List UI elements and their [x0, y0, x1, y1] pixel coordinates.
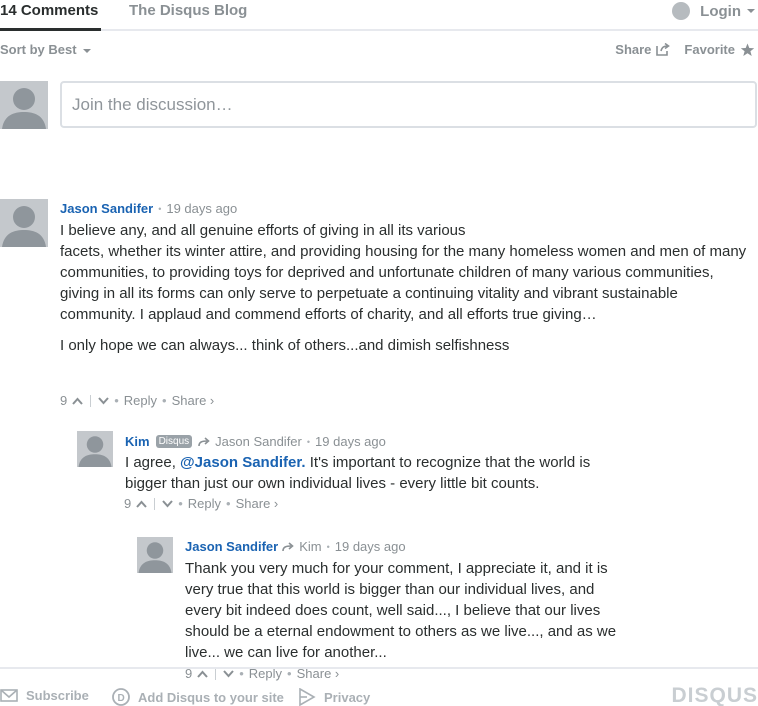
comment-line: giving in all its forms can only serve t… — [60, 285, 678, 323]
default-avatar-icon — [0, 81, 48, 129]
upvote-count: 9 — [60, 393, 68, 408]
login-label: Login — [700, 2, 741, 20]
comment-avatar[interactable] — [0, 199, 48, 247]
comment-text-part: I agree, — [125, 454, 181, 471]
separator-dot: • — [306, 436, 311, 447]
default-avatar-icon — [77, 431, 113, 467]
svg-text:D: D — [118, 693, 125, 704]
comment-body: Thank you very much for your comment, I … — [185, 558, 625, 663]
top-nav: 14 Comments The Disqus Blog Login — [0, 0, 758, 31]
comment-header: Jason Sandifer Kim • 19 days ago — [185, 539, 406, 554]
share-button[interactable]: Share › — [172, 393, 215, 408]
thread-actions: Share Favorite — [615, 42, 755, 57]
reply-button[interactable]: Reply — [124, 393, 157, 408]
comment-avatar[interactable] — [137, 537, 173, 573]
timestamp[interactable]: 19 days ago — [166, 201, 237, 216]
subscribe-label: Subscribe — [26, 688, 89, 703]
timestamp[interactable]: 19 days ago — [315, 434, 386, 449]
star-icon — [740, 43, 755, 56]
comment-text: I agree, @Jason Sandifer. It's important… — [125, 452, 605, 494]
timestamp[interactable]: 19 days ago — [335, 539, 406, 554]
share-icon — [656, 43, 671, 56]
sort-label: Sort by Best — [0, 42, 77, 57]
default-avatar-icon — [137, 537, 173, 573]
login-menu[interactable]: Login — [672, 2, 755, 20]
favorite-button[interactable]: Favorite — [684, 42, 755, 57]
in-reply-to[interactable]: Kim — [282, 539, 322, 554]
share-label: Share — [615, 42, 652, 57]
reply-to-author: Kim — [299, 539, 322, 554]
sort-bar: Sort by Best Share Favorite — [0, 42, 758, 60]
comment-composer-input[interactable] — [60, 81, 757, 128]
mail-icon — [0, 689, 18, 702]
add-disqus-label: Add Disqus to your site — [138, 689, 284, 705]
separator-dot: • — [158, 203, 162, 214]
comment-text: Thank you very much for your comment, I … — [185, 560, 617, 661]
favorite-label: Favorite — [684, 42, 735, 57]
add-disqus-link[interactable]: D Add Disqus to your site — [112, 688, 284, 706]
upvote-icon[interactable] — [136, 500, 147, 508]
moderator-badge: Disqus — [155, 435, 193, 448]
comment-footer: 9 • Reply • Share › — [60, 393, 214, 408]
comment-header: Kim Disqus Jason Sandifer • 19 days ago — [125, 434, 386, 449]
in-reply-to[interactable]: Jason Sandifer — [198, 434, 302, 449]
comment-avatar[interactable] — [77, 431, 113, 467]
vote-divider — [90, 394, 92, 407]
downvote-icon[interactable] — [162, 499, 173, 508]
privacy-label: Privacy — [324, 689, 371, 705]
reply-button[interactable]: Reply — [188, 496, 221, 511]
privacy-flag-icon — [299, 688, 316, 706]
current-user-avatar — [0, 81, 48, 129]
separator-dot: • — [326, 541, 330, 552]
author-name[interactable]: Jason Sandifer — [60, 201, 153, 216]
share-button[interactable]: Share › — [236, 496, 279, 511]
share-thread-button[interactable]: Share — [615, 42, 671, 57]
reply-arrow-icon — [282, 541, 294, 551]
downvote-icon[interactable] — [98, 396, 109, 405]
comment-body: I agree, @Jason Sandifer. It's important… — [125, 452, 605, 494]
subscribe-link[interactable]: Subscribe — [0, 688, 89, 703]
tab-comments[interactable]: 14 Comments — [0, 2, 98, 19]
separator-dot: • — [162, 393, 167, 408]
comment-body: I believe any, and all genuine efforts o… — [60, 220, 750, 356]
user-avatar-icon — [672, 2, 691, 20]
page-footer: Subscribe D Add Disqus to your site Priv… — [0, 667, 758, 706]
tab-community-blog[interactable]: The Disqus Blog — [129, 2, 247, 19]
separator-dot: • — [226, 496, 231, 511]
upvote-count: 9 — [124, 496, 132, 511]
active-tab-indicator — [0, 28, 101, 31]
upvote-icon[interactable] — [72, 397, 83, 405]
author-name[interactable]: Jason Sandifer — [185, 539, 278, 554]
chevron-down-icon — [747, 9, 755, 13]
comment-line: I believe any, and all genuine efforts o… — [60, 222, 466, 239]
comment-line: I only hope we can always... think of ot… — [60, 337, 510, 354]
comment-header: Jason Sandifer • 19 days ago — [60, 201, 237, 216]
default-avatar-icon — [0, 199, 48, 247]
reply-arrow-icon — [198, 436, 210, 446]
disqus-d-icon: D — [112, 688, 130, 706]
user-mention[interactable]: @Jason Sandifer. — [180, 454, 306, 471]
reply-to-author: Jason Sandifer — [215, 434, 302, 449]
vote-divider — [154, 497, 156, 510]
comment-footer: 9 • Reply • Share › — [124, 496, 278, 511]
disqus-logo[interactable]: DISQUS — [671, 684, 758, 706]
author-name[interactable]: Kim — [125, 434, 150, 449]
comment-line: facets, whether its winter attire, and p… — [60, 243, 747, 281]
chevron-down-icon — [82, 48, 91, 53]
separator-dot: • — [114, 393, 119, 408]
sort-dropdown[interactable]: Sort by Best — [0, 42, 91, 57]
separator-dot: • — [178, 496, 183, 511]
privacy-link[interactable]: Privacy — [298, 688, 370, 706]
